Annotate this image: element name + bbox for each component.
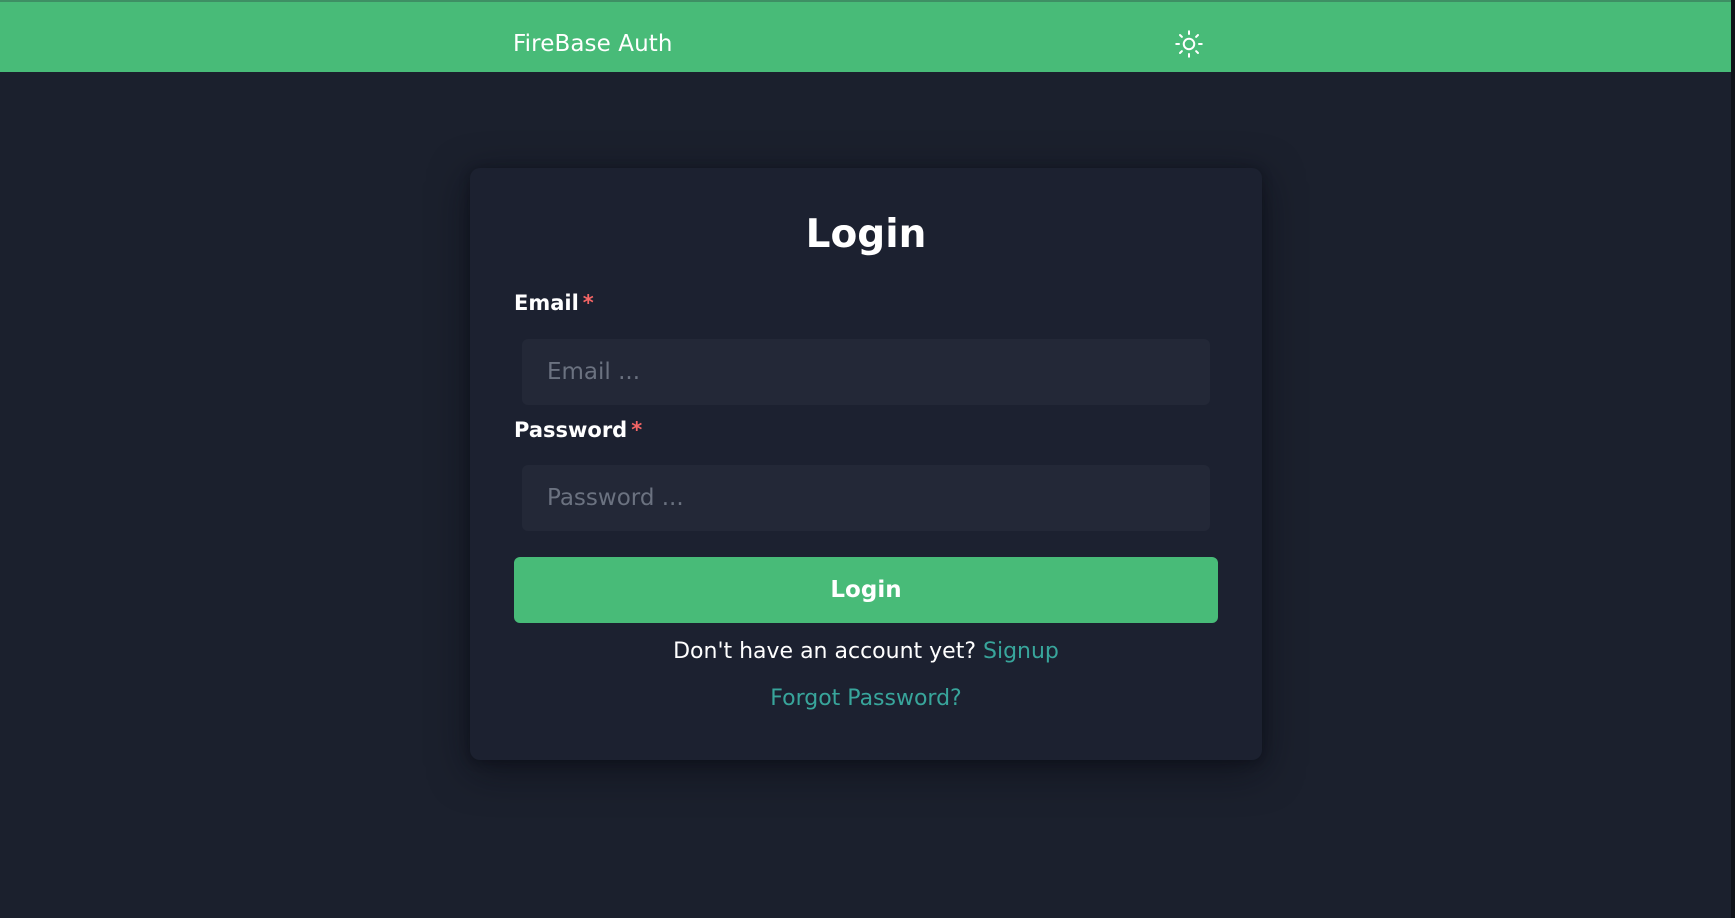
email-input[interactable] — [522, 339, 1210, 405]
signup-prompt-row: Don't have an account yet? Signup — [470, 637, 1262, 667]
email-label-text: Email — [514, 291, 579, 315]
top-navbar: FireBase Auth — [0, 0, 1731, 72]
forgot-password-link[interactable]: Forgot Password? — [770, 686, 961, 711]
signup-link[interactable]: Signup — [983, 639, 1059, 664]
sun-icon — [1175, 30, 1203, 58]
password-label: Password * — [514, 416, 642, 444]
brand-title[interactable]: FireBase Auth — [513, 28, 673, 60]
password-input[interactable] — [522, 465, 1210, 531]
password-required-mark: * — [631, 418, 643, 442]
window-edge — [1731, 0, 1735, 918]
login-card: Login Email* Password* Login Don't have … — [470, 168, 1262, 760]
email-required-mark: * — [582, 291, 594, 315]
password-label-text: Password — [514, 418, 628, 442]
forgot-password-row: Forgot Password? — [470, 684, 1262, 714]
signup-prompt-text: Don't have an account yet? — [673, 639, 976, 664]
login-heading: Login — [805, 212, 927, 257]
email-label: Email * — [514, 289, 594, 317]
theme-toggle-button[interactable] — [1172, 27, 1206, 61]
login-button[interactable]: Login — [514, 557, 1218, 623]
app-frame: FireBase Auth Login Email* Password* Log… — [0, 0, 1735, 918]
